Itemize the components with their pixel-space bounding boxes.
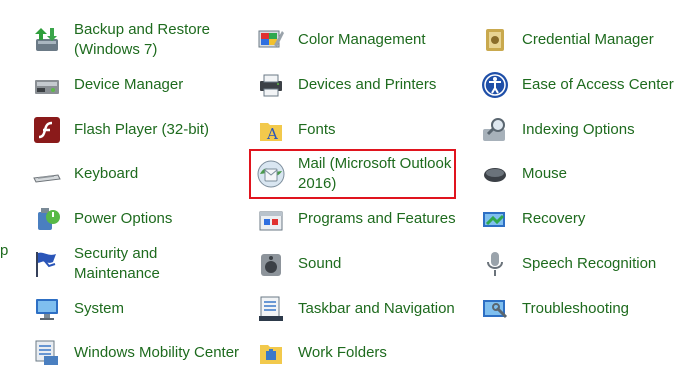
item-label: Security and Maintenance	[74, 245, 160, 282]
item-credential-manager[interactable]: Credential Manager	[480, 18, 654, 62]
svg-text:A: A	[266, 125, 278, 143]
recovery-icon	[480, 204, 510, 234]
item-label: Mouse	[522, 165, 568, 182]
item-indexing-options[interactable]: Indexing Options	[480, 108, 635, 152]
item-programs-features[interactable]: Programs and Features	[256, 197, 456, 241]
item-label: Ease of Access Center	[522, 76, 674, 93]
keyboard-icon	[32, 159, 62, 189]
item-sound[interactable]: Sound	[256, 242, 341, 286]
item-devices-printers[interactable]: Devices and Printers	[256, 63, 436, 107]
item-speech-recognition[interactable]: Speech Recognition	[480, 242, 656, 286]
item-label: Taskbar and Navigation	[298, 300, 455, 317]
truncated-left-text: p	[0, 242, 9, 259]
item-label: Device Manager	[74, 76, 184, 93]
item-device-manager[interactable]: Device Manager	[32, 63, 183, 107]
mail-highlight-box	[249, 149, 456, 199]
item-flash-player[interactable]: Flash Player (32-bit)	[32, 108, 209, 152]
item-label: Flash Player (32-bit)	[74, 121, 210, 138]
item-label: Power Options	[74, 210, 173, 227]
item-label: Backup and Restore (Windows 7)	[74, 21, 210, 58]
system-monitor-icon	[32, 294, 62, 324]
color-management-icon	[256, 25, 286, 55]
ease-of-access-icon	[480, 70, 510, 100]
power-options-icon	[32, 204, 62, 234]
troubleshooting-icon	[480, 294, 510, 324]
item-work-folders[interactable]: Work Folders	[256, 331, 387, 375]
item-security-maintenance[interactable]: Security and Maintenance	[32, 242, 244, 286]
item-label: Devices and Printers	[298, 76, 437, 93]
item-power-options[interactable]: Power Options	[32, 197, 172, 241]
work-folders-icon	[256, 338, 286, 368]
item-label: Keyboard	[74, 165, 139, 182]
item-troubleshooting[interactable]: Troubleshooting	[480, 287, 629, 331]
item-recovery[interactable]: Recovery	[480, 197, 585, 241]
item-label: Sound	[298, 255, 342, 272]
item-label: Speech Recognition	[522, 255, 657, 272]
item-label: Indexing Options	[522, 121, 635, 138]
item-label: Color Management	[298, 31, 426, 48]
item-mouse[interactable]: Mouse	[480, 152, 567, 196]
item-label: Credential Manager	[522, 31, 654, 48]
item-label: Troubleshooting	[522, 300, 630, 317]
item-label: Windows Mobility Center	[74, 344, 240, 361]
indexing-options-icon	[480, 115, 510, 145]
item-label: Programs and Features	[298, 210, 456, 227]
item-windows-mobility-center[interactable]: Windows Mobility Center	[32, 331, 239, 375]
item-label: System	[74, 300, 125, 317]
item-fonts[interactable]: A Fonts	[256, 108, 336, 152]
item-system[interactable]: System	[32, 287, 124, 331]
microphone-icon	[480, 249, 510, 279]
devices-printers-icon	[256, 70, 286, 100]
credential-manager-icon	[480, 25, 510, 55]
fonts-icon: A	[256, 115, 286, 145]
taskbar-icon	[256, 294, 286, 324]
mobility-center-icon	[32, 338, 62, 368]
item-ease-of-access[interactable]: Ease of Access Center	[480, 63, 674, 107]
item-color-management[interactable]: Color Management	[256, 18, 426, 62]
security-flag-icon	[32, 249, 62, 279]
item-keyboard[interactable]: Keyboard	[32, 152, 138, 196]
backup-restore-icon	[32, 25, 62, 55]
device-manager-icon	[32, 70, 62, 100]
programs-features-icon	[256, 204, 286, 234]
speaker-icon	[256, 249, 286, 279]
flash-player-icon	[32, 115, 62, 145]
item-label: Recovery	[522, 210, 586, 227]
item-taskbar-navigation[interactable]: Taskbar and Navigation	[256, 287, 455, 331]
item-label: Work Folders	[298, 344, 387, 361]
mouse-icon	[480, 159, 510, 189]
item-backup-restore[interactable]: Backup and Restore (Windows 7)	[32, 18, 244, 62]
item-label: Fonts	[298, 121, 336, 138]
